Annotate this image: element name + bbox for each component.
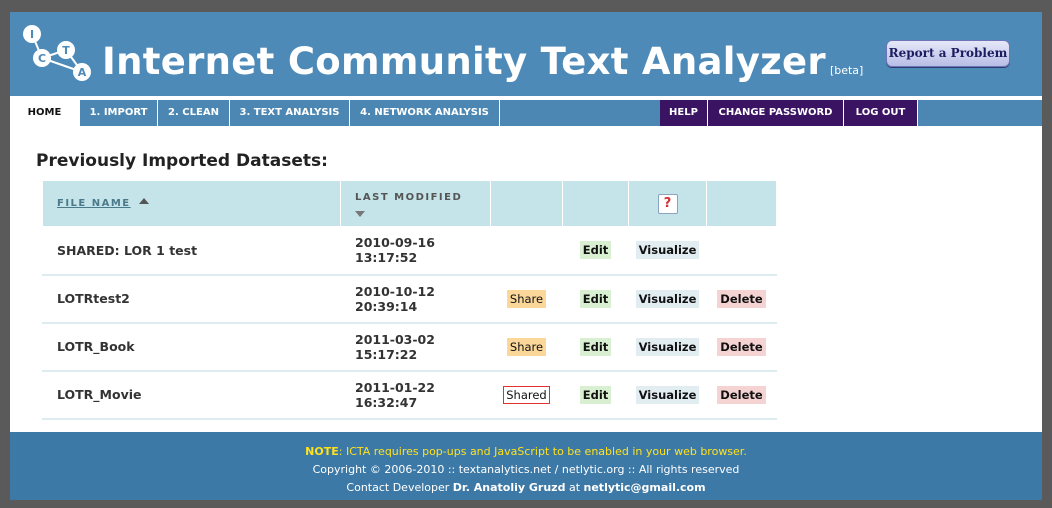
time-text: 13:17:52: [355, 250, 418, 266]
main-nav: HOME 1. IMPORT 2. CLEAN 3. TEXT ANALYSIS…: [10, 100, 1042, 126]
table-header-row: FILE NAME LAST MODIFIED ?: [42, 180, 777, 227]
last-modified-cell: 2011-01-22 16:32:47: [340, 370, 491, 420]
contact-prefix: Contact Developer: [346, 481, 453, 494]
delete-cell: Delete: [706, 370, 777, 420]
footer-copyright: Copyright © 2006-2010 :: textanalytics.n…: [312, 463, 740, 476]
time-text: 16:32:47: [355, 394, 418, 410]
visualize-button[interactable]: Visualize: [635, 289, 700, 308]
nav-help[interactable]: HELP: [660, 100, 708, 126]
table-row: SHARED: LOR 1 test 2010-09-16 13:17:52 Ed…: [42, 226, 777, 276]
header: I C T A Internet Community Text Analyzer…: [10, 12, 1042, 96]
sort-ascending-icon[interactable]: [138, 198, 149, 204]
edit-button[interactable]: Edit: [579, 337, 612, 356]
tab-home[interactable]: HOME: [10, 100, 80, 126]
date-text: 2010-10-12: [355, 283, 435, 299]
visualize-button[interactable]: Visualize: [635, 385, 700, 404]
file-name-cell: LOTR_Book: [42, 322, 341, 372]
share-button[interactable]: Share: [506, 337, 547, 356]
tab-import[interactable]: 1. IMPORT: [80, 100, 158, 126]
date-text: 2011-01-22: [355, 379, 435, 395]
beta-label: [beta]: [829, 64, 864, 77]
contact-mid: at: [565, 481, 584, 494]
logo-letter: A: [78, 66, 87, 79]
column-share: [490, 180, 563, 227]
column-file-name[interactable]: FILE NAME: [42, 180, 341, 227]
time-text: 15:17:22: [355, 346, 418, 362]
edit-cell: Edit: [562, 370, 629, 420]
logo-letter: I: [30, 28, 34, 41]
note-text: : ICTA requires pop-ups and JavaScript t…: [338, 445, 747, 458]
share-button[interactable]: Share: [506, 289, 547, 308]
file-name-cell: LOTRtest2: [42, 274, 341, 324]
edit-button[interactable]: Edit: [579, 289, 612, 308]
edit-cell: Edit: [562, 322, 629, 372]
share-cell: Share: [490, 274, 563, 324]
column-delete: [706, 180, 777, 227]
tab-text-analysis[interactable]: 3. TEXT ANALYSIS: [230, 100, 350, 126]
last-modified-cell: 2010-09-16 13:17:52: [340, 226, 491, 276]
help-question-icon[interactable]: ?: [657, 193, 678, 214]
footer: NOTE: ICTA requires pop-ups and JavaScri…: [10, 432, 1042, 500]
logo-letter: T: [62, 44, 70, 57]
report-problem-button[interactable]: Report a Problem: [886, 40, 1010, 67]
datasets-table: FILE NAME LAST MODIFIED ? SHARED: LOR 1 …: [42, 180, 777, 420]
column-edit: [562, 180, 629, 227]
visualize-cell: Visualize: [628, 274, 707, 324]
logo-letter: C: [38, 52, 46, 65]
shared-button[interactable]: Shared: [503, 385, 550, 404]
delete-button[interactable]: Delete: [717, 385, 766, 404]
delete-button[interactable]: Delete: [717, 289, 766, 308]
file-name-cell: SHARED: LOR 1 test: [42, 226, 341, 276]
app-window: I C T A Internet Community Text Analyzer…: [10, 12, 1042, 500]
delete-button[interactable]: Delete: [717, 337, 766, 356]
footer-note: NOTE: ICTA requires pop-ups and JavaScri…: [10, 443, 1042, 461]
last-modified-cell: 2010-10-12 20:39:14: [340, 274, 491, 324]
share-cell: Share: [490, 322, 563, 372]
nav-logout[interactable]: LOG OUT: [844, 100, 918, 126]
nav-change-password[interactable]: CHANGE PASSWORD: [708, 100, 844, 126]
page-title: Previously Imported Datasets:: [36, 151, 328, 171]
delete-cell: Delete: [706, 322, 777, 372]
footer-contact: Contact Developer Dr. Anatoliy Gruzd at …: [10, 479, 1042, 497]
file-name-cell: LOTR_Movie: [42, 370, 341, 420]
developer-email[interactable]: netlytic@gmail.com: [584, 481, 706, 494]
visualize-button[interactable]: Visualize: [635, 241, 700, 260]
last-modified-cell: 2011-03-02 15:17:22: [340, 322, 491, 372]
visualize-cell: Visualize: [628, 226, 707, 276]
date-text: 2010-09-16: [355, 235, 435, 251]
edit-cell: Edit: [562, 226, 629, 276]
share-cell: [490, 226, 563, 276]
table-row: LOTR_Book 2011-03-02 15:17:22 Share Edit …: [42, 322, 777, 372]
visualize-cell: Visualize: [628, 370, 707, 420]
delete-cell: Delete: [706, 274, 777, 324]
sort-descending-icon[interactable]: [355, 211, 365, 217]
table-row: LOTR_Movie 2011-01-22 16:32:47 Shared Edi…: [42, 370, 777, 420]
icta-logo-icon: I C T A: [23, 25, 91, 81]
edit-cell: Edit: [562, 274, 629, 324]
time-text: 20:39:14: [355, 298, 418, 314]
tab-network-analysis[interactable]: 4. NETWORK ANALYSIS: [350, 100, 500, 126]
note-label: NOTE: [305, 445, 339, 458]
column-file-name-label[interactable]: FILE NAME: [57, 198, 131, 209]
column-last-modified[interactable]: LAST MODIFIED: [340, 180, 491, 227]
edit-button[interactable]: Edit: [579, 385, 612, 404]
column-visualize: ?: [628, 180, 707, 227]
delete-cell: [706, 226, 777, 276]
visualize-button[interactable]: Visualize: [635, 337, 700, 356]
tab-clean[interactable]: 2. CLEAN: [158, 100, 230, 126]
table-row: LOTRtest2 2010-10-12 20:39:14 Share Edit …: [42, 274, 777, 324]
visualize-cell: Visualize: [628, 322, 707, 372]
app-title: Internet Community Text Analyzer [beta]: [102, 40, 863, 83]
app-title-text: Internet Community Text Analyzer: [102, 40, 826, 83]
date-text: 2011-03-02: [355, 331, 435, 347]
developer-name: Dr. Anatoliy Gruzd: [452, 481, 566, 494]
share-cell: Shared: [490, 370, 563, 420]
edit-button[interactable]: Edit: [579, 241, 612, 260]
column-last-modified-label[interactable]: LAST MODIFIED: [355, 192, 462, 203]
